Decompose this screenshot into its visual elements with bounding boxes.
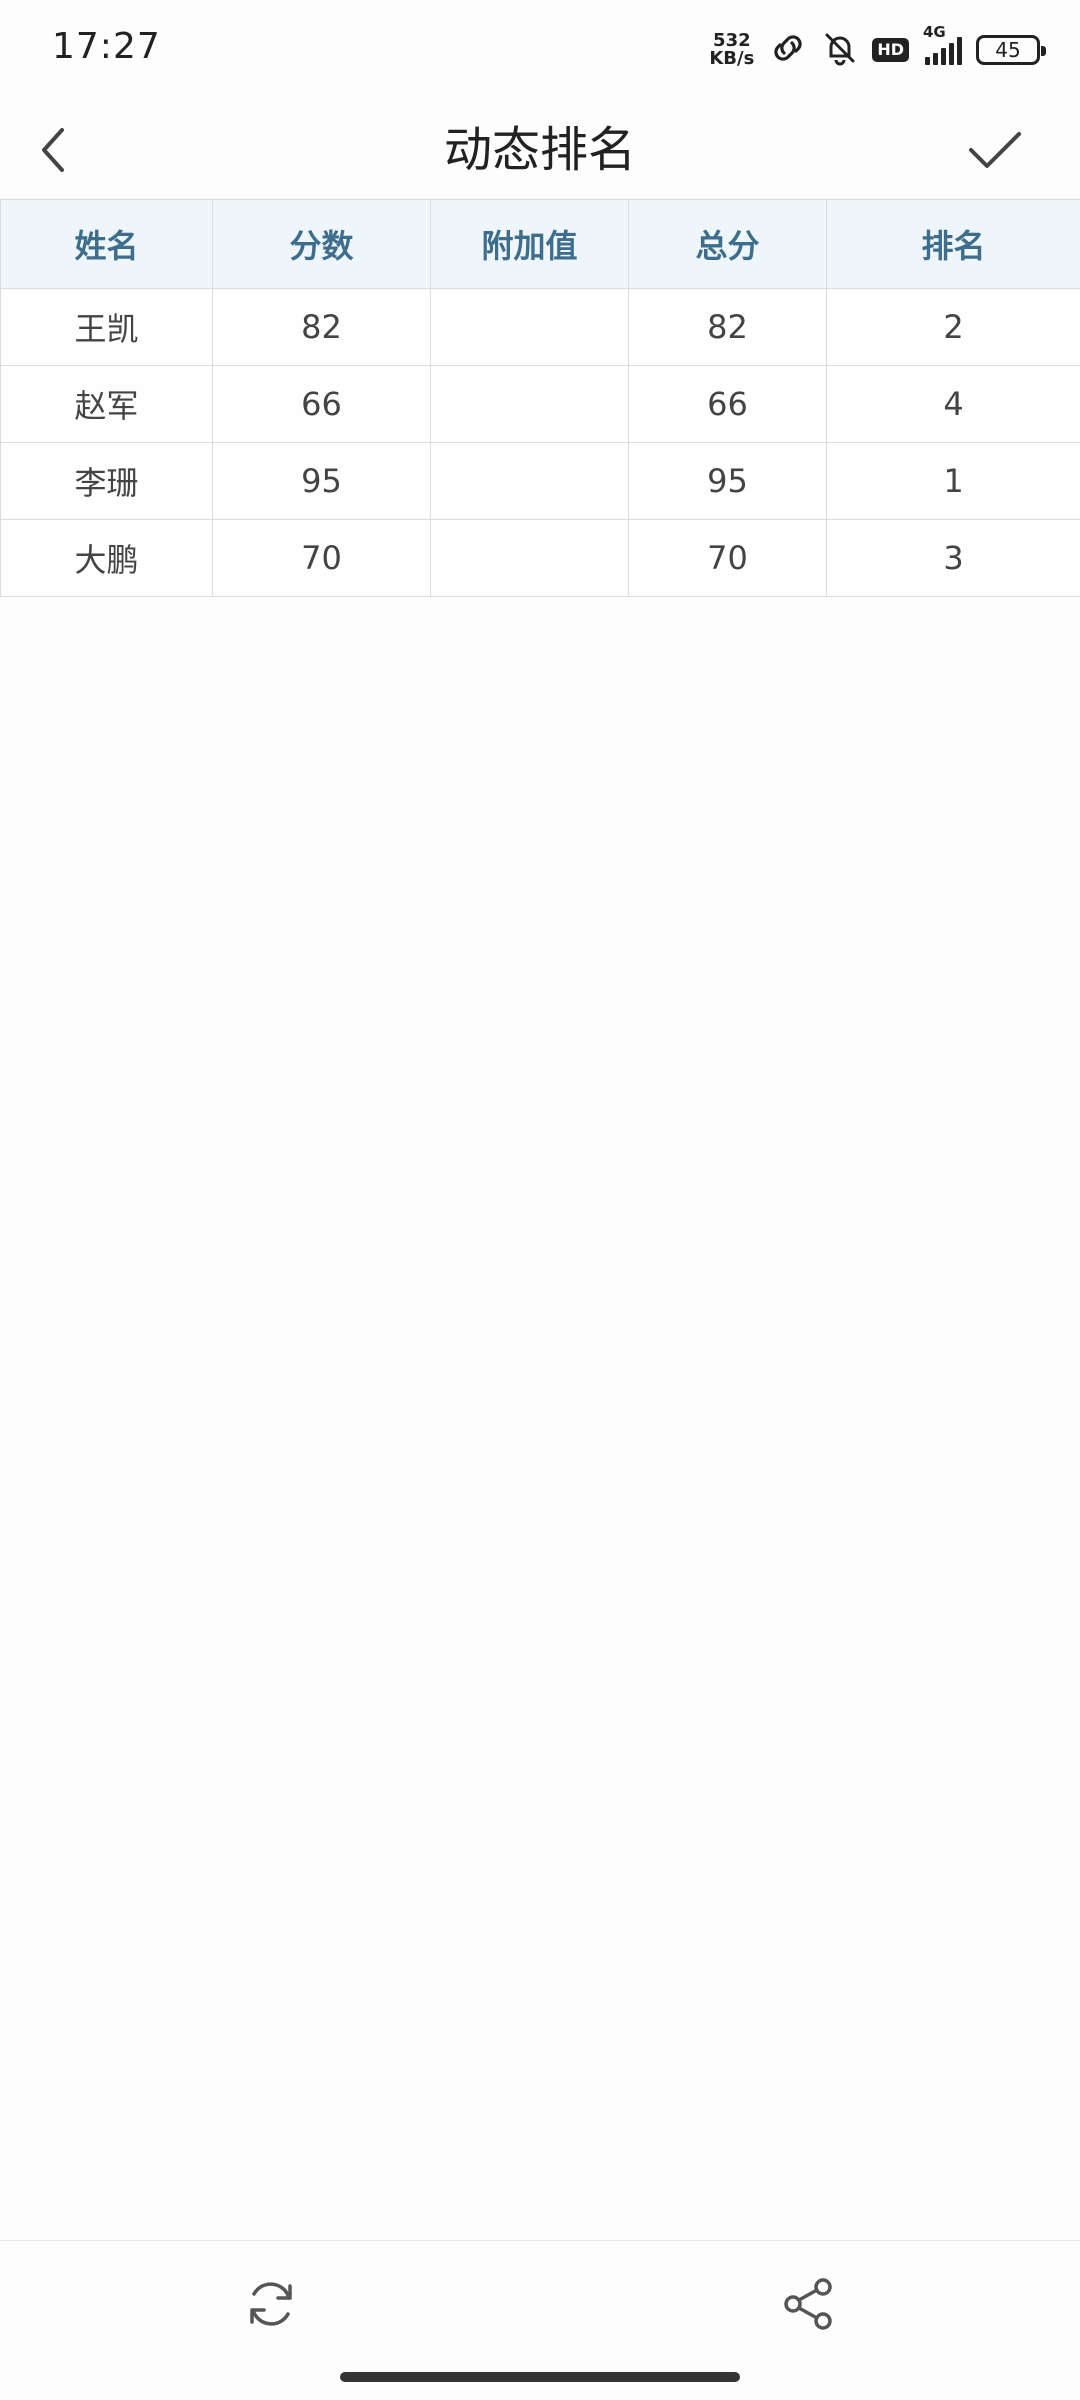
cell-name[interactable]: 王凯 (0, 288, 213, 366)
cell-bonus[interactable] (430, 365, 629, 443)
confirm-button[interactable] (960, 120, 1030, 180)
share-icon (784, 2278, 832, 2330)
refresh-button[interactable] (236, 2269, 306, 2339)
table-row: 赵军 66 66 4 (0, 365, 1080, 443)
cell-total[interactable]: 66 (628, 365, 827, 443)
network-speed-unit: KB/s (709, 48, 755, 69)
signal-icon: 4G (923, 23, 962, 65)
status-icons: 532 KB/s HD 4G 45 (709, 23, 1046, 72)
status-time: 17:27 (52, 26, 161, 67)
cell-rank[interactable]: 2 (826, 288, 1080, 366)
bottom-toolbar (0, 2240, 1080, 2360)
cell-rank[interactable]: 4 (826, 365, 1080, 443)
hd-icon: HD (872, 38, 909, 62)
network-type: 4G (923, 23, 946, 41)
network-speed: 532 KB/s (709, 32, 754, 68)
app-header: 动态排名 (0, 100, 1080, 200)
bell-off-icon (822, 30, 858, 70)
cell-score[interactable]: 82 (212, 288, 431, 366)
cell-score[interactable]: 70 (212, 519, 431, 597)
table-row: 李珊 95 95 1 (0, 442, 1080, 520)
cell-bonus[interactable] (430, 288, 629, 366)
link-icon (768, 33, 808, 67)
column-header-rank[interactable]: 排名 (826, 199, 1080, 289)
column-header-score[interactable]: 分数 (212, 199, 431, 289)
cell-total[interactable]: 82 (628, 288, 827, 366)
cell-name[interactable]: 李珊 (0, 442, 213, 520)
battery-icon: 45 (976, 35, 1046, 65)
column-header-bonus[interactable]: 附加值 (430, 199, 629, 289)
cell-rank[interactable]: 1 (826, 442, 1080, 520)
app-screen: 17:27 532 KB/s HD 4G 45 动态排名 姓名 分数 附加值 总… (0, 0, 1080, 2400)
share-button[interactable] (774, 2269, 844, 2339)
status-bar: 17:27 532 KB/s HD 4G 45 (0, 0, 1080, 100)
column-header-name[interactable]: 姓名 (0, 199, 213, 289)
table-row: 大鹏 70 70 3 (0, 519, 1080, 597)
cell-name[interactable]: 大鹏 (0, 519, 213, 597)
cell-score[interactable]: 95 (212, 442, 431, 520)
cell-total[interactable]: 70 (628, 519, 827, 597)
battery-level: 45 (995, 38, 1021, 62)
refresh-icon (250, 2282, 292, 2326)
cell-bonus[interactable] (430, 442, 629, 520)
checkmark-icon (969, 132, 1021, 168)
cell-name[interactable]: 赵军 (0, 365, 213, 443)
cell-bonus[interactable] (430, 519, 629, 597)
table-row: 王凯 82 82 2 (0, 288, 1080, 366)
home-indicator[interactable] (340, 2372, 740, 2382)
cell-rank[interactable]: 3 (826, 519, 1080, 597)
cell-total[interactable]: 95 (628, 442, 827, 520)
cell-score[interactable]: 66 (212, 365, 431, 443)
page-title: 动态排名 (443, 122, 636, 178)
column-header-total[interactable]: 总分 (628, 199, 827, 289)
table-header-row: 姓名 分数 附加值 总分 排名 (0, 199, 1080, 289)
ranking-table: 姓名 分数 附加值 总分 排名 王凯 82 82 2 赵军 66 66 4 李珊… (0, 199, 1080, 597)
